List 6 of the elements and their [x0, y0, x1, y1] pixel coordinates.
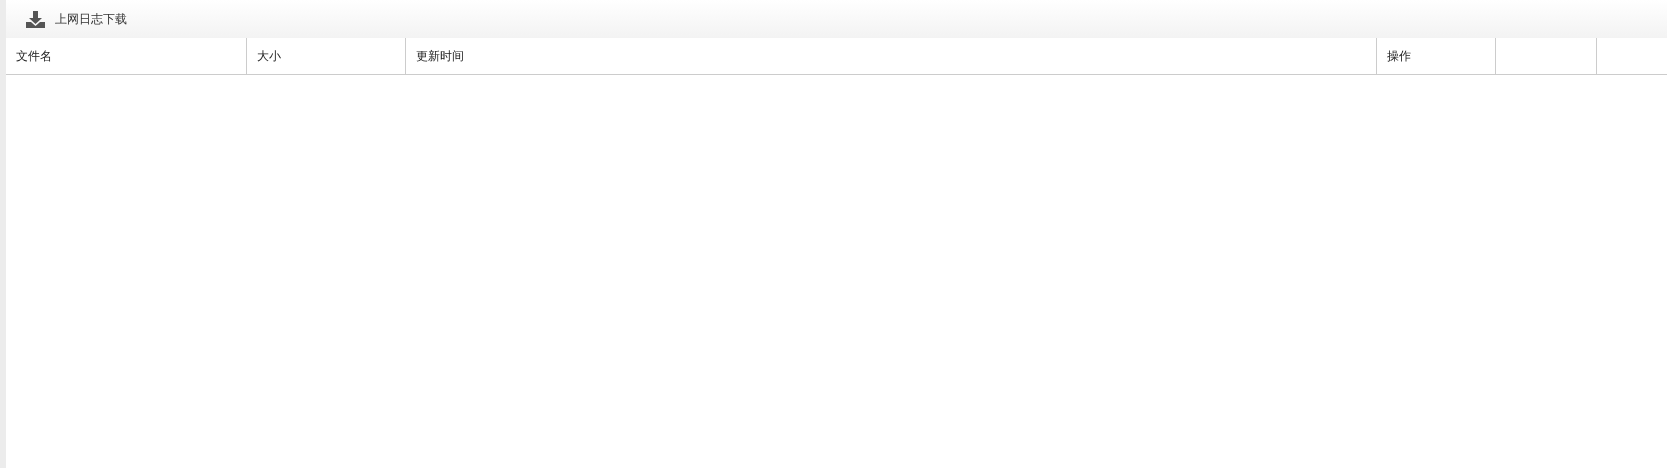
column-header: 更新时间: [416, 48, 464, 65]
download-icon: [26, 10, 45, 28]
column-header: 文件名: [16, 48, 52, 65]
page-title: 上网日志下载: [55, 11, 127, 28]
column-header: 大小: [257, 48, 281, 65]
column-header: 操作: [1387, 48, 1411, 65]
